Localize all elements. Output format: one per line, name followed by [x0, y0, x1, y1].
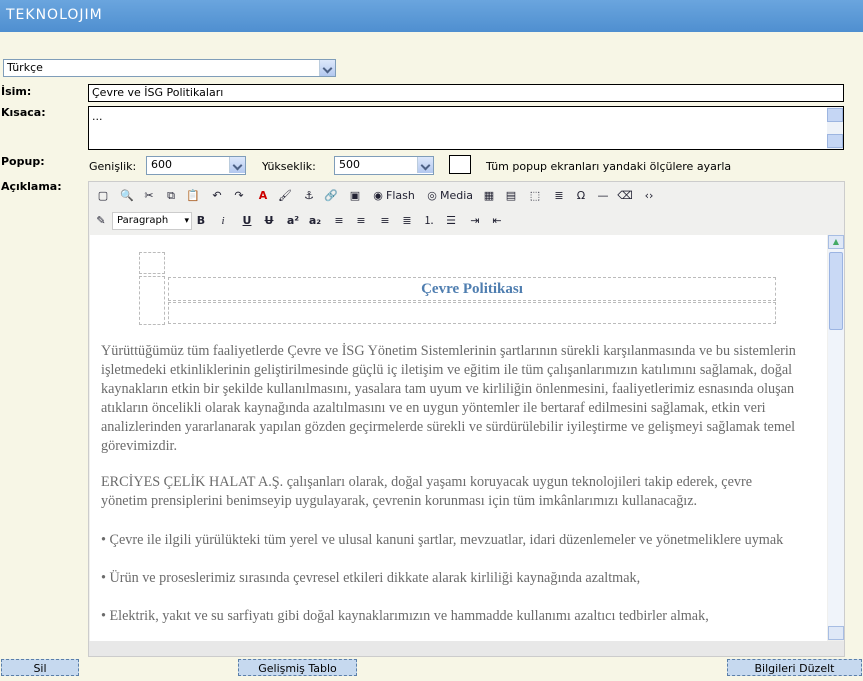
popup-height-select[interactable]: 500 — [334, 156, 434, 175]
bold-icon[interactable]: B — [192, 212, 210, 230]
chevron-down-icon[interactable] — [319, 60, 335, 76]
anchor-icon[interactable]: ⚓ — [300, 187, 318, 205]
content-line: ERCİYES ÇELİK HALAT A.Ş. çalışanları ola… — [101, 474, 753, 490]
summary-textarea-value: ... — [92, 110, 103, 123]
eraser-icon[interactable]: ⌫ — [616, 187, 634, 205]
app-logo: TEKNOLOJIM — [6, 7, 103, 23]
paste-icon[interactable]: 📋 — [184, 187, 202, 205]
align-justify-icon[interactable]: ≣ — [398, 212, 416, 230]
popup-width-label: Genişlik: — [89, 160, 137, 173]
scroll-up-icon[interactable]: ▲ — [828, 235, 844, 249]
media-icon[interactable]: ◎ — [424, 187, 440, 205]
name-label: İsim: — [1, 85, 32, 98]
template-icon[interactable]: ≣ — [550, 187, 568, 205]
language-select[interactable]: Türkçe — [3, 59, 336, 77]
content-line: analizlerinden yararlanarak yapılan gözd… — [101, 419, 796, 435]
name-input[interactable]: Çevre ve İSG Politikaları — [88, 84, 844, 102]
content-bullet: • Ürün ve proseslerimiz sırasında çevres… — [101, 570, 641, 586]
copy-icon[interactable]: ⧉ — [162, 187, 180, 205]
description-label: Açıklama: — [1, 180, 62, 193]
subscript-icon[interactable]: a₂ — [306, 212, 324, 230]
superscript-icon[interactable]: a² — [284, 212, 302, 230]
strikethrough-icon[interactable]: U — [260, 212, 278, 230]
scroll-up-icon[interactable] — [827, 108, 843, 122]
unordered-list-icon[interactable]: ☰ — [442, 212, 460, 230]
summary-label: Kısaca: — [1, 106, 46, 119]
popup-label: Popup: — [1, 155, 45, 168]
app-header: TEKNOLOJIM — [0, 0, 863, 32]
table-cell — [139, 276, 165, 325]
flash-button[interactable]: Flash — [386, 187, 416, 205]
content-line: işletmedeki etkinliklerinin geliştirilme… — [101, 362, 793, 378]
editor-status-bar — [89, 641, 844, 656]
image-icon[interactable]: ▣ — [346, 187, 364, 205]
link-icon[interactable]: 🔗 — [322, 187, 340, 205]
table-icon[interactable]: ▦ — [480, 187, 498, 205]
flash-icon[interactable]: ◉ — [370, 187, 386, 205]
summary-scrollbar[interactable] — [827, 107, 843, 149]
popup-width-value: 600 — [151, 158, 172, 171]
italic-icon[interactable]: i — [214, 212, 232, 230]
advanced-table-button[interactable]: Gelişmiş Tablo — [238, 659, 357, 676]
align-center-icon[interactable]: ≡ — [352, 212, 370, 230]
cut-icon[interactable]: ✂ — [140, 187, 158, 205]
update-info-button[interactable]: Bilgileri Düzelt — [727, 659, 862, 676]
text-color-icon[interactable]: A — [254, 187, 272, 205]
format-select[interactable]: Paragraph — [112, 212, 192, 230]
visual-aid-icon[interactable]: ⬚ — [526, 187, 544, 205]
new-document-icon[interactable]: ▢ — [94, 187, 112, 205]
delete-button[interactable]: Sil — [1, 659, 79, 676]
chevron-down-icon[interactable] — [417, 157, 433, 173]
table-cell — [139, 252, 165, 274]
source-code-icon[interactable]: ‹› — [640, 187, 658, 205]
popup-height-label: Yükseklik: — [262, 160, 316, 173]
scroll-down-icon[interactable] — [828, 626, 844, 640]
scroll-down-icon[interactable] — [827, 134, 843, 148]
popup-width-select[interactable]: 600 — [146, 156, 246, 175]
name-input-value: Çevre ve İSG Politikaları — [92, 86, 224, 99]
indent-icon[interactable]: ⇥ — [466, 212, 484, 230]
content-bullet: • Çevre ile ilgili yürülükteki tüm yerel… — [101, 532, 784, 548]
table-props-icon[interactable]: ▤ — [502, 187, 520, 205]
undo-icon[interactable]: ↶ — [208, 187, 226, 205]
highlight-color-icon[interactable]: 🖌 — [276, 187, 294, 205]
editor-scrollbar[interactable]: ▲ — [828, 235, 844, 640]
scroll-thumb[interactable] — [829, 252, 843, 330]
editor-content-area[interactable]: Çevre Politikası Yürüttüğümüz tüm faaliy… — [90, 235, 827, 641]
content-line: kaynakların etkin bir şekilde kullanılma… — [101, 381, 795, 397]
content-bullet: • Elektrik, yakıt ve su sarfiyatı gibi d… — [101, 608, 709, 624]
special-char-icon[interactable]: Ω — [572, 187, 590, 205]
apply-all-checkbox[interactable] — [449, 155, 471, 174]
chevron-down-icon[interactable] — [229, 157, 245, 173]
find-icon[interactable]: 🔍 — [118, 187, 136, 205]
align-left-icon[interactable]: ≡ — [330, 212, 348, 230]
content-line: Yürüttüğümüz tüm faaliyetlerde Çevre ve … — [101, 343, 796, 359]
content-line: yönetim prensiplerini benimseyip uygulay… — [101, 493, 698, 509]
content-heading: Çevre Politikası — [421, 281, 523, 297]
align-right-icon[interactable]: ≡ — [376, 212, 394, 230]
ordered-list-icon[interactable]: ⒈ — [420, 212, 438, 230]
media-button[interactable]: Media — [440, 187, 474, 205]
rich-text-editor: ▢ 🔍 ✂ ⧉ 📋 ↶ ↷ A 🖌 ⚓ 🔗 ▣ ◉ Flash ◎ Media … — [88, 181, 845, 657]
table-cell — [168, 302, 776, 324]
language-select-value: Türkçe — [7, 61, 43, 74]
content-line: atıkların öncelikli olarak kaynağında az… — [101, 400, 766, 416]
apply-all-label: Tüm popup ekranları yandaki ölçülere aya… — [486, 160, 732, 173]
table-cell: Çevre Politikası — [168, 277, 776, 301]
horizontal-rule-icon[interactable]: — — [594, 187, 612, 205]
outdent-icon[interactable]: ⇤ — [488, 212, 506, 230]
content-line: görevimizdir. — [101, 438, 178, 454]
styles-icon[interactable]: ✎ — [92, 212, 110, 230]
underline-icon[interactable]: U — [238, 212, 256, 230]
popup-height-value: 500 — [339, 158, 360, 171]
summary-textarea[interactable]: ... — [88, 106, 844, 150]
redo-icon[interactable]: ↷ — [230, 187, 248, 205]
